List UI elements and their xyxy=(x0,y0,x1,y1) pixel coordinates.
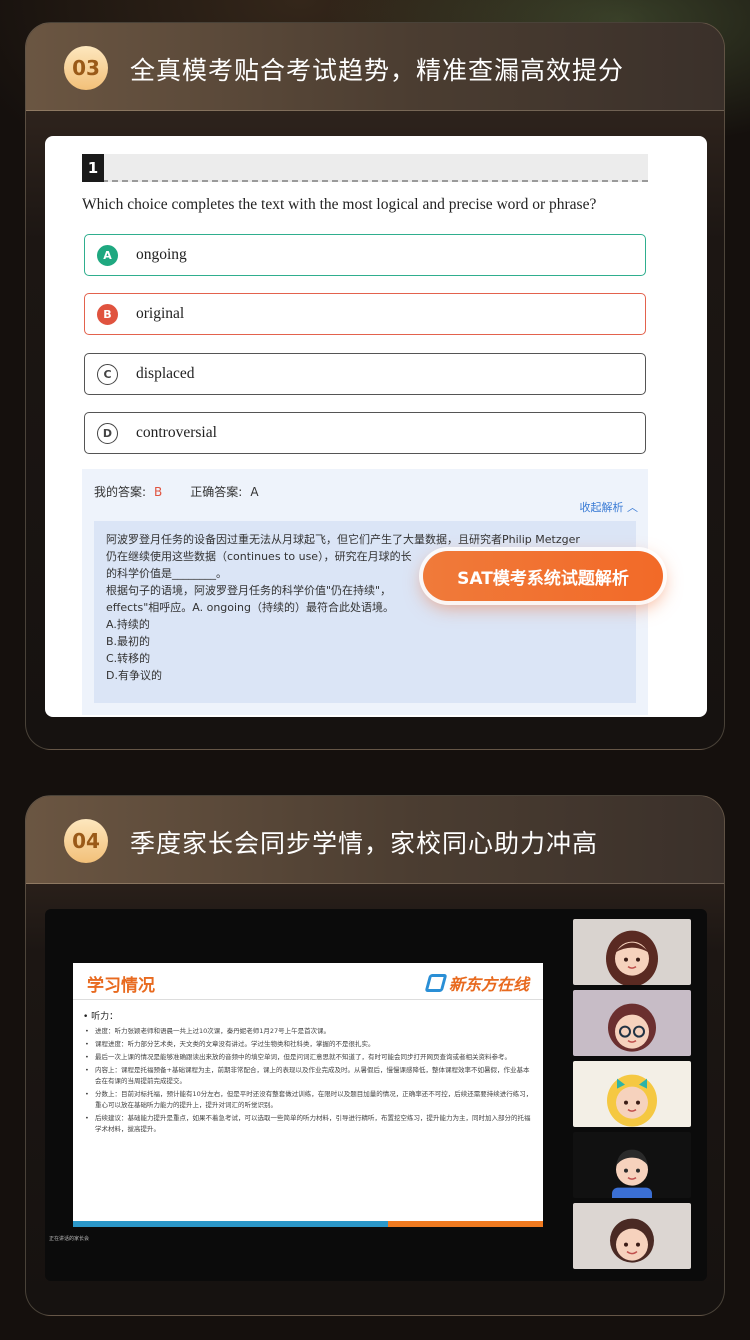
card-header: 03 全真模考贴合考试趋势，精准查漏高效提分 xyxy=(26,23,724,111)
option-text: displaced xyxy=(136,365,195,382)
participant-video-2[interactable] xyxy=(573,990,691,1056)
correct-answer-value: A xyxy=(250,485,259,499)
explanation-line: D.有争议的 xyxy=(106,669,162,682)
participant-video-1[interactable] xyxy=(573,919,691,985)
option-a[interactable]: A ongoing xyxy=(84,234,646,276)
participant-video-4[interactable] xyxy=(573,1132,691,1198)
feature-card-parent-meeting: 04 季度家长会同步学情，家校同心助力冲高 学习情况 新东方在线 • 听力： 进… xyxy=(25,795,725,1316)
explanation-line: A.持续的 xyxy=(106,618,150,631)
list-item: 进度：听力张颖老师和语晨一共上过10次课，秦丹妮老师1月27号上午是首次课。 xyxy=(83,1026,533,1037)
option-c[interactable]: C displaced xyxy=(84,353,646,395)
slide-footer-bar xyxy=(73,1221,543,1227)
sat-analysis-badge: SAT模考系统试题解析 xyxy=(423,551,663,601)
explanation-line: C.转移的 xyxy=(106,652,151,665)
option-letter: D xyxy=(97,422,118,444)
my-answer-value: B xyxy=(154,485,163,499)
section-title: 季度家长会同步学情，家校同心助力冲高 xyxy=(130,829,599,858)
slide-section-heading: • 听力： xyxy=(83,1012,119,1022)
option-letter: B xyxy=(97,303,118,325)
question-header-bar: 1 xyxy=(82,154,648,182)
avatar-blonde-girl-icon xyxy=(607,1074,657,1127)
question-panel: 1 Which choice completes the text with t… xyxy=(45,136,707,717)
divider xyxy=(73,999,543,1000)
participant-video-3[interactable] xyxy=(573,1061,691,1127)
card-header: 04 季度家长会同步学情，家校同心助力冲高 xyxy=(26,796,724,884)
option-b[interactable]: B original xyxy=(84,293,646,335)
option-text: original xyxy=(136,305,185,322)
option-text: ongoing xyxy=(136,246,187,263)
slide-body: • 听力： 进度：听力张颖老师和语晨一共上过10次课，秦丹妮老师1月27号上午是… xyxy=(83,1009,533,1137)
my-answer-label: 我的答案: xyxy=(94,485,147,499)
logo-mark-icon xyxy=(424,974,448,992)
shared-slide: 学习情况 新东方在线 • 听力： 进度：听力张颖老师和语晨一共上过10次课，秦丹… xyxy=(73,963,543,1227)
video-meeting-screen: 学习情况 新东方在线 • 听力： 进度：听力张颖老师和语晨一共上过10次课，秦丹… xyxy=(45,909,707,1281)
question-number: 1 xyxy=(82,154,104,182)
explanation-line: B.最初的 xyxy=(106,635,151,648)
option-text: controversial xyxy=(136,424,217,441)
brand-logo: 新东方在线 xyxy=(424,971,529,995)
avatar-girl-icon xyxy=(606,930,658,985)
explanation-line: 阿波罗登月任务的设备因过重无法从月球起飞，但它们产生了大量数据，且研究者Phil… xyxy=(106,533,580,546)
slide-title: 学习情况 xyxy=(87,976,155,996)
correct-answer-label: 正确答案: xyxy=(190,485,243,499)
avatar-glasses-icon xyxy=(608,1003,656,1052)
explanation-text: 阿波罗登月任务的设备因过重无法从月球起飞，但它们产生了大量数据，且研究者Phil… xyxy=(94,521,636,703)
section-number-badge: 03 xyxy=(64,46,108,90)
explanation-line: effects"相呼应。A. ongoing（持续的）最符合此处语境。 xyxy=(106,601,395,614)
slide-bullet-list: 进度：听力张颖老师和语晨一共上过10次课，秦丹妮老师1月27号上午是首次课。 课… xyxy=(83,1026,533,1135)
logo-text: 新东方在线 xyxy=(448,975,529,994)
question-prompt: Which choice completes the text with the… xyxy=(82,196,597,213)
participant-video-5[interactable] xyxy=(573,1203,691,1269)
option-letter: C xyxy=(97,363,118,385)
list-item: 内容上：课程是托福预备+基础课程为主，前期非常配合，课上的表现以及作业完成及时。… xyxy=(83,1065,533,1087)
avatar-boy-icon xyxy=(612,1149,652,1198)
option-d[interactable]: D controversial xyxy=(84,412,646,454)
section-title: 全真模考贴合考试趋势，精准查漏高效提分 xyxy=(130,56,625,85)
collapse-explanation-link[interactable]: 收起解析 ︿ xyxy=(580,499,639,515)
option-letter: A xyxy=(97,244,118,266)
section-number-badge: 04 xyxy=(64,819,108,863)
list-item: 最后一次上课的情况是能够准确跟读出来放的音频中的填空单词，但是问词汇意思就不知道… xyxy=(83,1052,533,1063)
list-item: 后续建议：基础能力提升是重点，如果不着急考试，可以选取一些简单的听力材料，引导进… xyxy=(83,1113,533,1135)
list-item: 分数上：目前对标托福，预计能有10分左右，但是平时还没有整套做过训练，在限时以及… xyxy=(83,1089,533,1111)
avatar-woman-icon xyxy=(610,1218,654,1263)
answer-summary: 我的答案: B 正确答案: A xyxy=(94,483,259,500)
feature-card-mock-exam: 03 全真模考贴合考试趋势，精准查漏高效提分 1 Which choice co… xyxy=(25,22,725,750)
list-item: 课程进度：听力部分艺术类，天文类的文章没有讲过。学过生物类和社科类，掌握的不是很… xyxy=(83,1039,533,1050)
speaker-caption: 正在讲话的家长会 xyxy=(49,1236,90,1242)
